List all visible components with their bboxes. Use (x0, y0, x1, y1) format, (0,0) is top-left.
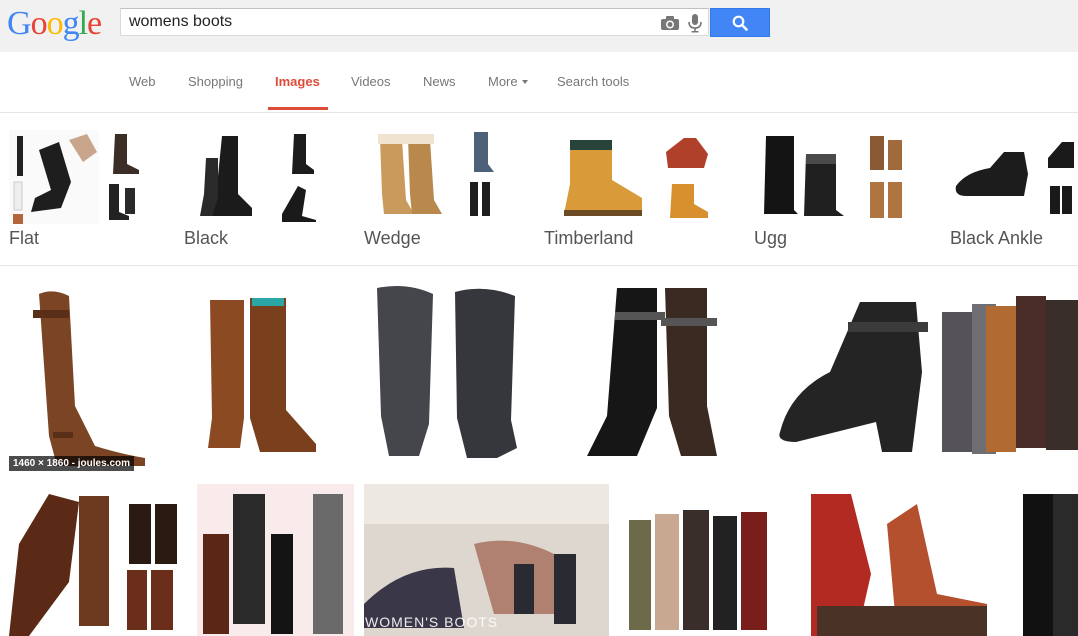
tab-news[interactable]: News (423, 73, 456, 93)
thumbnail-image (660, 130, 714, 176)
related-search-black-ankle[interactable]: Black Ankle (950, 130, 1078, 250)
image-overlay-text: WOMEN'S BOOTS (365, 614, 499, 630)
brown-riding-boot-image (9, 282, 168, 472)
image-result-tile[interactable] (760, 282, 948, 472)
thumbnail-image (101, 178, 145, 224)
heeled-buckle-boots-image (553, 282, 748, 472)
search-nav: Web Shopping Images Videos News More Sea… (0, 53, 1078, 113)
google-logo[interactable]: Google (7, 4, 102, 44)
thumbnail-image (950, 130, 1042, 224)
image-result-tile[interactable] (621, 484, 795, 636)
related-search-label: Timberland (544, 228, 634, 248)
tab-shopping[interactable]: Shopping (188, 73, 243, 93)
thumbnail-image (9, 130, 99, 224)
search-icon (732, 15, 748, 31)
tab-images[interactable]: Images (275, 73, 320, 93)
tab-more[interactable]: More (488, 73, 528, 93)
buckled-heeled-boots-image (197, 484, 354, 636)
tab-search-tools[interactable]: Search tools (557, 73, 629, 93)
thumbnail-image (456, 130, 504, 176)
related-search-label: Ugg (754, 228, 788, 248)
search-input[interactable] (129, 12, 649, 32)
camera-icon[interactable] (660, 15, 680, 31)
image-result-tile[interactable] (197, 484, 354, 636)
thumbnail-image (1044, 178, 1078, 224)
multicolor-buckle-boots-image (936, 282, 1078, 472)
image-result-tile[interactable] (936, 282, 1078, 472)
thumbnail-image (544, 130, 658, 224)
related-search-label: Black Ankle (950, 228, 1044, 248)
related-search-label: Flat (9, 228, 40, 248)
black-patent-boots-image (1003, 484, 1078, 636)
image-result-tile[interactable] (1003, 484, 1078, 636)
thumbnail-image (101, 130, 145, 176)
image-result-tile[interactable] (9, 484, 184, 636)
related-search-timberland[interactable]: Timberland (544, 130, 714, 250)
top-bar: Google (0, 0, 1078, 52)
black-cutout-ankle-boot-image (760, 282, 948, 472)
image-result-tile[interactable] (351, 282, 541, 472)
image-result-tile[interactable] (180, 282, 339, 472)
image-result-tile[interactable] (807, 484, 991, 636)
search-box (120, 8, 709, 36)
search-button[interactable] (710, 8, 770, 37)
image-result-tile[interactable] (553, 282, 748, 472)
colorful-tall-boots-image (621, 484, 795, 636)
image-dimensions-caption: 1460 × 1860 - joules.com (9, 456, 135, 471)
related-search-flat[interactable]: Flat (9, 130, 145, 250)
tab-more-label: More (488, 74, 518, 89)
related-search-black[interactable]: Black (184, 130, 324, 250)
thumbnail-image (1044, 130, 1078, 176)
thumbnail-image (660, 178, 714, 224)
active-tab-indicator (268, 107, 328, 110)
thumbnail-image (184, 130, 274, 224)
microphone-icon[interactable] (687, 13, 703, 33)
thumbnail-image (364, 130, 454, 224)
thumbnail-image (276, 178, 324, 224)
divider (0, 265, 1078, 266)
related-search-ugg[interactable]: Ugg (754, 130, 910, 250)
thumbnail-image (754, 130, 858, 224)
related-search-wedge[interactable]: Wedge (364, 130, 504, 250)
thumbnail-image (276, 130, 324, 176)
tab-videos[interactable]: Videos (351, 73, 391, 93)
grey-slouch-boots-image (351, 282, 541, 472)
related-search-label: Black (184, 228, 229, 248)
thumbnail-image (862, 130, 910, 176)
brown-riding-boots-pair-image (180, 282, 339, 472)
thumbnail-image (862, 178, 910, 224)
red-leather-boots-image (807, 484, 991, 636)
image-result-tile[interactable] (9, 282, 168, 472)
tab-web[interactable]: Web (129, 73, 156, 93)
related-search-label: Wedge (364, 228, 421, 248)
chevron-down-icon (521, 79, 528, 84)
brown-studded-boots-image (9, 484, 184, 636)
thumbnail-image (456, 178, 504, 224)
